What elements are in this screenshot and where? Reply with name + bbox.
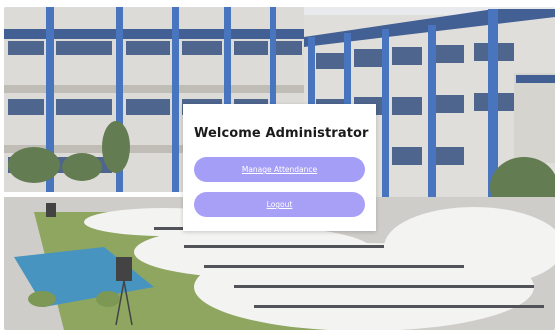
welcome-title: Welcome Administrator xyxy=(194,126,369,141)
manage-attendance-button[interactable]: Manage Attendance xyxy=(194,157,365,182)
welcome-dialog: Welcome Administrator Manage Attendance … xyxy=(183,104,376,231)
logout-button[interactable]: Logout xyxy=(194,192,365,217)
